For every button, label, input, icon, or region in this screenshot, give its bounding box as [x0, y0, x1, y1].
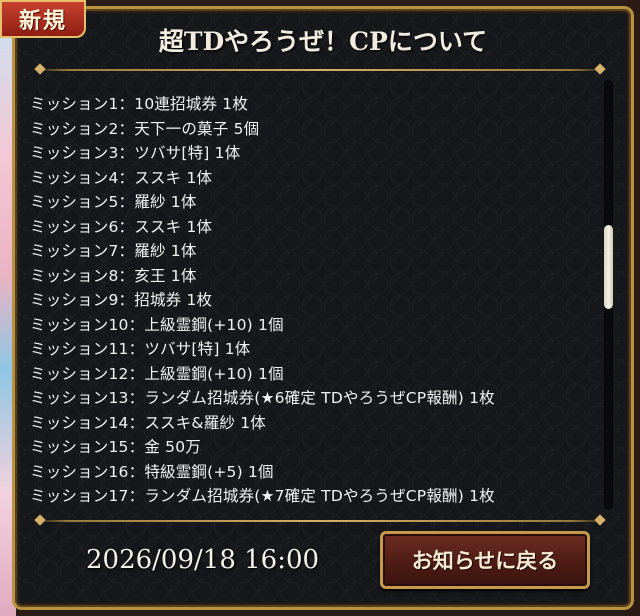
new-badge: 新規: [0, 0, 86, 38]
mission-item: ミッション9：招城券 1枚: [30, 291, 213, 309]
mission-item: ミッション16：特級霊鋼(+5) 1個: [30, 462, 274, 481]
screen: 新規 超TDやろうぜ！CPについて ミッション1：10連招城券 1枚 ミッション2…: [0, 0, 640, 616]
mission-item: ミッション17：ランダム招城券(★7確定 TDやろうぜCP報酬) 1枚: [30, 487, 495, 505]
mission-list: ミッション1：10連招城券 1枚 ミッション2：天下一の菓子 5個 ミッション3：ツ…: [30, 92, 596, 509]
notice-datetime: 2026/09/18 16:00: [86, 545, 320, 575]
dialog-title: 超TDやろうぜ！CPについて: [158, 27, 488, 56]
mission-item: ミッション15：金 50万: [30, 438, 201, 456]
title-divider: [34, 69, 606, 71]
mission-item: ミッション2：天下一の菓子 5個: [30, 119, 260, 138]
mission-item: ミッション5：羅紗 1体: [30, 193, 197, 211]
mission-item: ミッション8：亥王 1体: [30, 266, 197, 285]
mission-item: ミッション1：10連招城券 1枚: [30, 95, 249, 113]
mission-item: ミッション6：ススキ 1体: [30, 217, 213, 236]
mission-item: ミッション3：ツバサ[特] 1体: [30, 144, 241, 162]
mission-item: ミッション4：ススキ 1体: [30, 168, 213, 187]
back-to-notices-button[interactable]: お知らせに戻る: [380, 531, 590, 589]
mission-item: ミッション7：羅紗 1体: [30, 242, 197, 260]
scrollbar-track[interactable]: [604, 80, 613, 510]
mission-item: ミッション10：上級霊鋼(+10) 1個: [30, 315, 284, 334]
mission-item: ミッション12：上級霊鋼(+10) 1個: [30, 364, 284, 383]
footer-divider: [34, 520, 606, 522]
scrollbar-thumb[interactable]: [604, 225, 613, 310]
mission-item: ミッション13：ランダム招城券(★6確定 TDやろうぜCP報酬) 1枚: [30, 389, 495, 407]
mission-list-viewport[interactable]: ミッション1：10連招城券 1枚 ミッション2：天下一の菓子 5個 ミッション3：ツ…: [30, 92, 596, 511]
mission-item: ミッション14：ススキ&羅紗 1体: [30, 413, 266, 432]
mission-item: ミッション11：ツバサ[特] 1体: [30, 340, 251, 358]
